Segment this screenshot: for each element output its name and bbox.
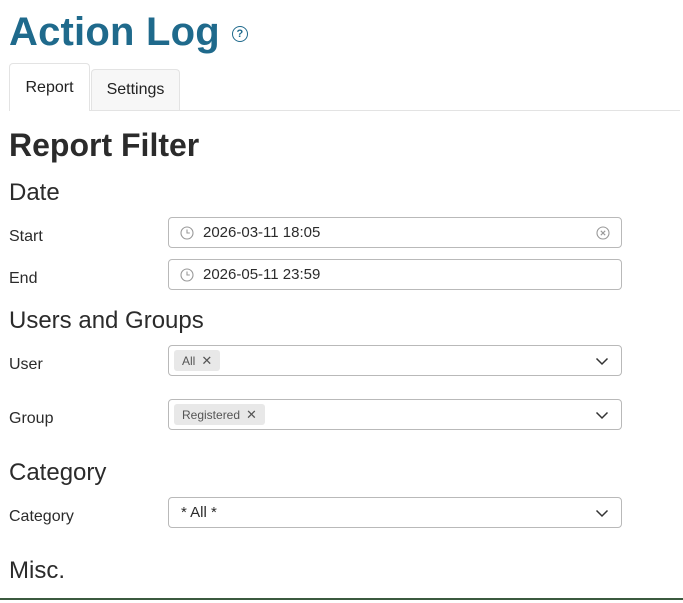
end-date-field[interactable]: 2026-05-11 23:59 <box>168 259 622 290</box>
user-chip: All ✕ <box>174 350 221 371</box>
group-label: Group <box>9 410 54 427</box>
chevron-down-icon[interactable] <box>595 410 609 420</box>
date-heading: Date <box>9 179 60 206</box>
tab-report[interactable]: Report <box>9 63 90 111</box>
end-label: End <box>9 270 38 287</box>
start-date-field[interactable]: 2026-03-11 18:05 <box>168 217 622 248</box>
chevron-down-icon[interactable] <box>595 356 609 366</box>
user-select[interactable]: All ✕ <box>168 345 622 376</box>
bottom-divider <box>0 598 683 600</box>
group-chip: Registered ✕ <box>174 404 265 425</box>
start-label: Start <box>9 228 43 245</box>
category-value: * All * <box>181 504 217 521</box>
users-groups-heading: Users and Groups <box>9 307 204 334</box>
remove-chip-icon[interactable]: ✕ <box>246 407 257 423</box>
end-date-value: 2026-05-11 23:59 <box>203 266 321 283</box>
clock-icon <box>180 225 194 240</box>
report-filter-heading: Report Filter <box>9 127 200 163</box>
chevron-down-icon[interactable] <box>595 508 609 518</box>
group-chip-label: Registered <box>182 407 241 422</box>
clear-icon[interactable] <box>596 225 610 240</box>
group-select[interactable]: Registered ✕ <box>168 399 622 430</box>
clock-icon <box>180 267 194 282</box>
category-select[interactable]: * All * <box>168 497 622 528</box>
category-heading: Category <box>9 459 107 486</box>
remove-chip-icon[interactable]: ✕ <box>201 353 212 369</box>
title-row: Action Log ? <box>9 6 248 58</box>
user-label: User <box>9 356 43 373</box>
start-date-value: 2026-03-11 18:05 <box>203 224 321 241</box>
tab-settings[interactable]: Settings <box>91 69 180 110</box>
misc-heading: Misc. <box>9 557 65 584</box>
page-title: Action Log <box>9 10 220 54</box>
category-label: Category <box>9 508 74 525</box>
tab-bar: Report Settings <box>9 63 680 111</box>
help-icon[interactable]: ? <box>231 26 248 42</box>
user-chip-label: All <box>182 353 196 368</box>
